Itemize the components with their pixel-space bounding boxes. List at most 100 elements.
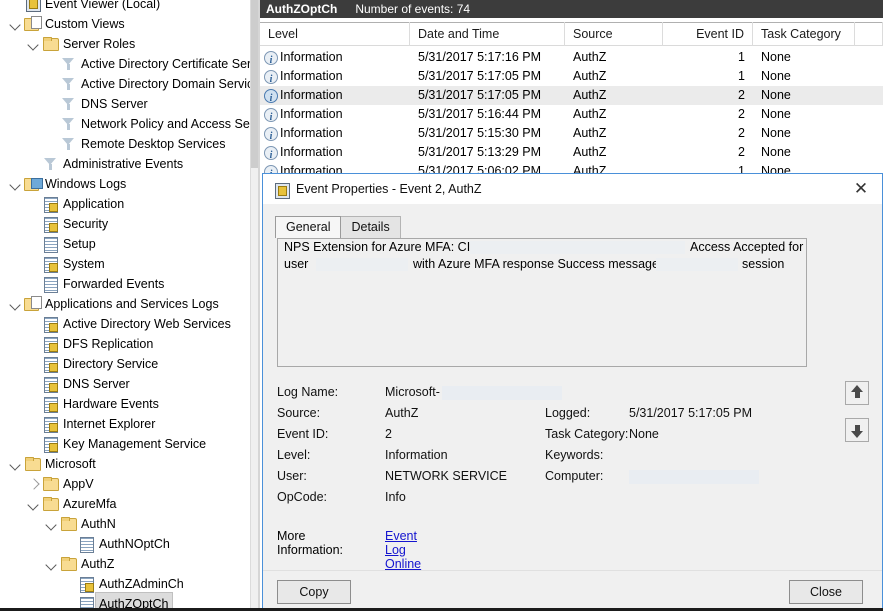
tree-item-internet-explorer[interactable]: Internet Explorer (26, 414, 155, 434)
table-row[interactable]: Information5/31/2017 5:17:16 PMAuthZ1Non… (260, 48, 883, 67)
log-warning-icon (41, 314, 61, 334)
column-header-task-category[interactable]: Task Category (753, 22, 855, 46)
tree-item-security[interactable]: Security (26, 214, 108, 234)
cell-date-time: 5/31/2017 5:15:30 PM (410, 124, 565, 143)
tree-item-custom-views[interactable]: Custom Views (8, 14, 125, 34)
tree-item-label: Application (61, 194, 124, 214)
field-label: Event ID: (277, 424, 328, 445)
event-viewer-window: Event Viewer (Local)Custom ViewsServer R… (0, 0, 883, 611)
chevron-down-icon[interactable] (26, 34, 41, 54)
table-row[interactable]: Information5/31/2017 5:16:44 PMAuthZ2Non… (260, 105, 883, 124)
funnel-icon (59, 74, 79, 94)
tree-item-event-viewer-local[interactable]: Event Viewer (Local) (8, 0, 160, 14)
cell-level-text: Information (280, 105, 343, 124)
next-event-button[interactable] (845, 418, 869, 442)
table-row[interactable]: Information5/31/2017 5:17:05 PMAuthZ1Non… (260, 67, 883, 86)
tree-item-dns-server[interactable]: DNS Server (26, 374, 130, 394)
tree-item-label: Network Policy and Access Serv (79, 114, 250, 134)
tree-item-server-roles[interactable]: Server Roles (26, 34, 135, 54)
chevron-down-icon[interactable] (8, 294, 23, 314)
column-header-source[interactable]: Source (565, 22, 663, 46)
tree-scrollbar[interactable] (250, 0, 258, 611)
tree-item-key-management-service[interactable]: Key Management Service (26, 434, 206, 454)
tree-item-azuremfa[interactable]: AzureMfa (26, 494, 117, 514)
tab-general[interactable]: General (275, 216, 341, 238)
root-icon (23, 0, 43, 14)
tree-item-authn[interactable]: AuthN (44, 514, 116, 534)
folder-page-icon (23, 294, 43, 314)
cell-source: AuthZ (565, 86, 663, 105)
dialog-body: General Details NPS Extension for Azure … (263, 204, 882, 580)
chevron-down-icon[interactable] (44, 514, 59, 534)
funnel-icon (59, 94, 79, 114)
dialog-tabstrip[interactable]: General Details (275, 216, 400, 238)
chevron-down-icon[interactable] (26, 494, 41, 514)
event-detail-fields: Log Name:Microsoft-Source:AuthZLogged:5/… (277, 382, 872, 508)
tree-item-label: DNS Server (79, 94, 148, 114)
chevron-down-icon[interactable] (44, 554, 59, 574)
tree-item-authnoptch[interactable]: AuthNOptCh (62, 534, 170, 554)
tree-item-label: DFS Replication (61, 334, 153, 354)
log-warning-icon (41, 394, 61, 414)
cell-level: Information (260, 143, 410, 162)
copy-button[interactable]: Copy (277, 580, 351, 604)
message-line-2: user with Azure MFA response Success mes… (278, 256, 806, 273)
event-message-textbox[interactable]: NPS Extension for Azure MFA: CID: Access… (277, 238, 807, 367)
tree-item-dfs-replication[interactable]: DFS Replication (26, 334, 153, 354)
tree-item-active-directory-web-services[interactable]: Active Directory Web Services (26, 314, 231, 334)
tree-item-setup[interactable]: Setup (26, 234, 96, 254)
tree-item-microsoft[interactable]: Microsoft (8, 454, 96, 474)
twisty-spacer (44, 74, 59, 94)
tab-details[interactable]: Details (340, 216, 400, 238)
tree-item-active-directory-certificate-servi[interactable]: Active Directory Certificate Servi (44, 54, 250, 74)
tree-item-system[interactable]: System (26, 254, 105, 274)
dialog-title-bar[interactable]: Event Properties - Event 2, AuthZ (263, 174, 882, 204)
table-row[interactable]: Information5/31/2017 5:13:29 PMAuthZ2Non… (260, 143, 883, 162)
log-warning-icon (41, 214, 61, 234)
tree-item-directory-service[interactable]: Directory Service (26, 354, 158, 374)
tree-item-application[interactable]: Application (26, 194, 124, 214)
tree-item-applications-and-services-logs[interactable]: Applications and Services Logs (8, 294, 219, 314)
tree-item-network-policy-and-access-serv[interactable]: Network Policy and Access Serv (44, 114, 250, 134)
cell-task-category: None (753, 67, 855, 86)
close-icon[interactable]: ✕ (840, 174, 882, 204)
field-value: AuthZ (385, 403, 418, 424)
twisty-spacer (26, 394, 41, 414)
event-properties-icon (272, 181, 288, 197)
tree-item-administrative-events[interactable]: Administrative Events (26, 154, 183, 174)
cell-source: AuthZ (565, 67, 663, 86)
tree-item-authz[interactable]: AuthZ (44, 554, 114, 574)
column-header-event-id[interactable]: Event ID (663, 22, 753, 46)
column-header-level[interactable]: Level (260, 22, 410, 46)
previous-event-button[interactable] (845, 381, 869, 405)
console-tree-panel[interactable]: Event Viewer (Local)Custom ViewsServer R… (0, 0, 250, 611)
tree-item-windows-logs[interactable]: Windows Logs (8, 174, 126, 194)
cell-date-time: 5/31/2017 5:17:05 PM (410, 86, 565, 105)
event-list-column-headers[interactable]: LevelDate and TimeSourceEvent IDTask Cat… (260, 22, 883, 46)
tree-item-forwarded-events[interactable]: Forwarded Events (26, 274, 164, 294)
table-row[interactable]: Information5/31/2017 5:17:05 PMAuthZ2Non… (260, 86, 883, 105)
tree-item-appv[interactable]: AppV (26, 474, 94, 494)
table-row[interactable]: Information5/31/2017 5:15:30 PMAuthZ2Non… (260, 124, 883, 143)
close-button[interactable]: Close (789, 580, 863, 604)
chevron-down-icon[interactable] (8, 174, 23, 194)
tree-item-label: Active Directory Web Services (61, 314, 231, 334)
tree-item-active-directory-domain-service[interactable]: Active Directory Domain Service (44, 74, 250, 94)
funnel-icon (59, 54, 79, 74)
log-warning-icon (41, 354, 61, 374)
chevron-right-icon[interactable] (26, 474, 41, 494)
tree-item-dns-server[interactable]: DNS Server (44, 94, 148, 114)
tree-item-authzadminch[interactable]: AuthZAdminCh (62, 574, 184, 594)
tree-item-label: Setup (61, 234, 96, 254)
redacted-value (442, 386, 562, 400)
field-label-secondary: Task Category: (545, 424, 628, 445)
tree-item-remote-desktop-services[interactable]: Remote Desktop Services (44, 134, 226, 154)
chevron-down-icon[interactable] (8, 454, 23, 474)
column-header-spacer[interactable] (855, 22, 883, 46)
tree-item-hardware-events[interactable]: Hardware Events (26, 394, 159, 414)
twisty-spacer (26, 434, 41, 454)
funnel-icon (59, 114, 79, 134)
field-value: NETWORK SERVICE (385, 466, 507, 487)
column-header-date-and-time[interactable]: Date and Time (410, 22, 565, 46)
chevron-down-icon[interactable] (8, 14, 23, 34)
